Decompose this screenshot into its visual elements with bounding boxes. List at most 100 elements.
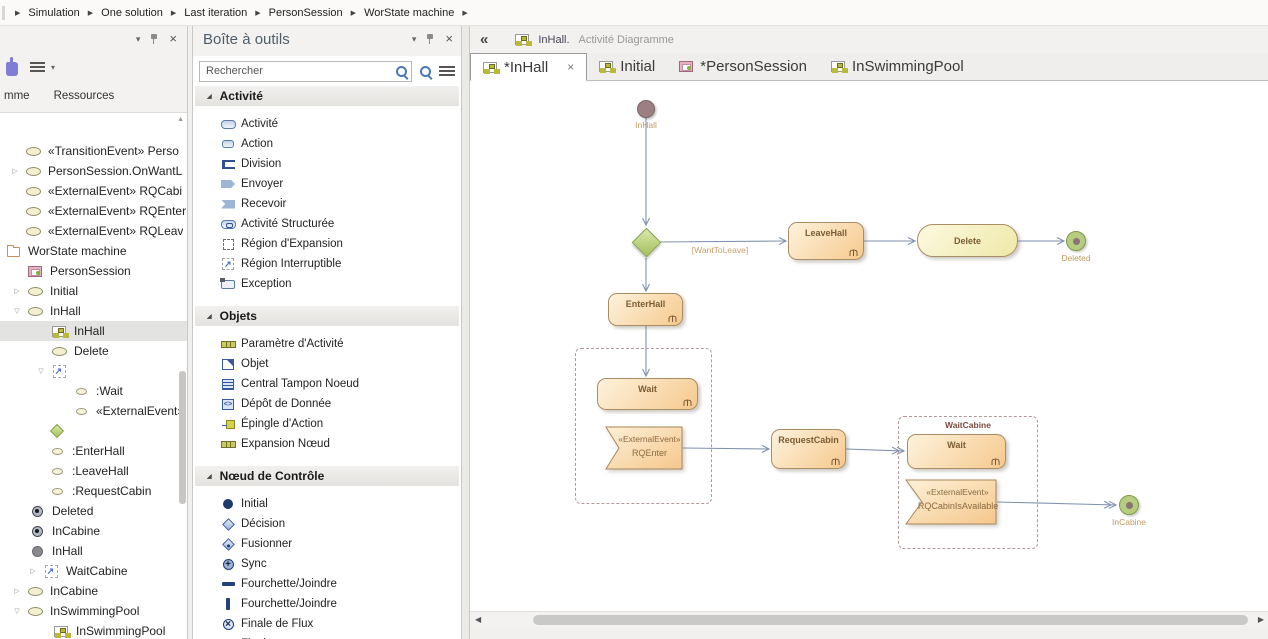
- tool-fusionner[interactable]: Fusionner: [193, 534, 461, 554]
- node-delete[interactable]: Delete: [917, 224, 1018, 257]
- tree-item-incabine[interactable]: ▷InCabine: [0, 581, 187, 601]
- scroll-up-icon[interactable]: ▲: [177, 116, 184, 123]
- toolbox-section-activit[interactable]: ◢Activité: [195, 86, 459, 106]
- tree-item-region[interactable]: ▽: [0, 361, 187, 381]
- explorer-menu-dropdown-icon[interactable]: ▾: [51, 63, 55, 72]
- tree-item-transitionevent-perso[interactable]: «TransitionEvent» Perso: [0, 141, 187, 161]
- tree-item-inswimmingpool[interactable]: ▽InSwimmingPool: [0, 601, 187, 621]
- tool-finale-de-flux[interactable]: Finale de Flux: [193, 614, 461, 634]
- expander-icon[interactable]: ▷: [10, 587, 24, 595]
- node-enterhall[interactable]: EnterHall: [608, 293, 683, 326]
- hscroll-thumb[interactable]: [533, 615, 1248, 625]
- tool-param-tre-d-activit[interactable]: Paramètre d'Activité: [193, 334, 461, 354]
- editor-tab-initial[interactable]: Initial: [587, 53, 667, 80]
- tool-division[interactable]: Division: [193, 154, 461, 174]
- expander-icon[interactable]: ▽: [34, 367, 48, 375]
- toolbox-section-objets[interactable]: ◢Objets: [195, 306, 459, 326]
- tool-initial[interactable]: Initial: [193, 494, 461, 514]
- tree-item-waitcabine[interactable]: ▷WaitCabine: [0, 561, 187, 581]
- tree-item-inhall[interactable]: InHall: [0, 321, 187, 341]
- scroll-right-icon[interactable]: ▶: [1258, 615, 1264, 624]
- tree-scrollbar[interactable]: [179, 371, 186, 504]
- tree-item-inhall[interactable]: ▽InHall: [0, 301, 187, 321]
- collapse-panel-icon[interactable]: «: [480, 31, 488, 48]
- tool-finale[interactable]: Finale: [193, 634, 461, 639]
- tree-item-inhall[interactable]: InHall: [0, 541, 187, 561]
- tool-fourchette-joindre[interactable]: Fourchette/Joindre: [193, 574, 461, 594]
- editor-tab-personsession[interactable]: *PersonSession: [667, 53, 819, 80]
- close-panel-icon[interactable]: ×: [169, 33, 177, 45]
- panel-tab-ressources[interactable]: Ressources: [52, 88, 117, 104]
- tree-item-externalevent[interactable]: «ExternalEvent»: [0, 401, 187, 421]
- explorer-menu-icon[interactable]: [30, 62, 45, 72]
- breadcrumb-item-one-solution[interactable]: One solution: [101, 7, 163, 19]
- close-tab-icon[interactable]: ×: [567, 60, 574, 74]
- expander-icon[interactable]: ▽: [10, 607, 24, 615]
- toolbox-section-n-ud-de-contr-le[interactable]: ◢Nœud de Contrôle: [195, 466, 459, 486]
- expander-icon[interactable]: ▽: [10, 307, 24, 315]
- panel-tab-mme[interactable]: mme: [2, 88, 32, 104]
- panel-menu-icon[interactable]: ▾: [412, 33, 417, 45]
- close-panel-icon[interactable]: ×: [445, 33, 453, 45]
- tool-d-p-t-de-donn-e[interactable]: Dépôt de Donnée: [193, 394, 461, 414]
- tool-fourchette-joindre[interactable]: Fourchette/Joindre: [193, 594, 461, 614]
- tool-central-tampon-noeud[interactable]: Central Tampon Noeud: [193, 374, 461, 394]
- panel-divider[interactable]: [462, 26, 470, 639]
- node-accept-rqcabinisavailable[interactable]: «ExternalEvent»RQCabinIsAvailable: [905, 479, 997, 525]
- tool-envoyer[interactable]: Envoyer: [193, 174, 461, 194]
- tool-objet[interactable]: Objet: [193, 354, 461, 374]
- tree-item-wait[interactable]: :Wait: [0, 381, 187, 401]
- tool-pingle-d-action[interactable]: Épingle d'Action: [193, 414, 461, 434]
- node-accept-rqenter[interactable]: «ExternalEvent»RQEnter: [605, 426, 683, 470]
- tool-exception[interactable]: Exception: [193, 274, 461, 294]
- node-leavehall[interactable]: LeaveHall: [788, 222, 864, 260]
- tree-item-externalevent-rqcabi[interactable]: «ExternalEvent» RQCabi: [0, 181, 187, 201]
- breadcrumb-item-worstate-machine[interactable]: WorState machine: [364, 7, 454, 19]
- tree-item-diamond[interactable]: [0, 421, 187, 441]
- tree-item-personsession-onwantl[interactable]: ▷PersonSession.OnWantL: [0, 161, 187, 181]
- tree-item-inswimmingpool[interactable]: InSwimmingPool: [0, 621, 187, 639]
- breadcrumb-item-simulation[interactable]: Simulation: [28, 7, 79, 19]
- node-requestcabin[interactable]: RequestCabin: [771, 429, 846, 469]
- tree-item-requestcabin[interactable]: :RequestCabin: [0, 481, 187, 501]
- tool-activit-structur-e[interactable]: Activité Structurée: [193, 214, 461, 234]
- expander-icon[interactable]: ▷: [8, 167, 22, 175]
- tool-sync[interactable]: Sync: [193, 554, 461, 574]
- node-final-incabine[interactable]: [1119, 495, 1139, 515]
- tree-item-initial[interactable]: ▷Initial: [0, 281, 187, 301]
- tool-d-cision[interactable]: Décision: [193, 514, 461, 534]
- tool-activit[interactable]: Activité: [193, 114, 461, 134]
- toolbox-search-input[interactable]: [199, 61, 412, 82]
- tree-item-deleted[interactable]: Deleted: [0, 501, 187, 521]
- tool-r-gion-d-expansion[interactable]: Région d'Expansion: [193, 234, 461, 254]
- scroll-left-icon[interactable]: ◀: [475, 615, 481, 624]
- expander-icon[interactable]: ▷: [10, 287, 24, 295]
- breadcrumb-item-personsession[interactable]: PersonSession: [269, 7, 343, 19]
- pin-icon[interactable]: [426, 33, 435, 45]
- tool-expansion-n-ud[interactable]: Expansion Nœud: [193, 434, 461, 454]
- tree-item-externalevent-rqleav[interactable]: «ExternalEvent» RQLeav: [0, 221, 187, 241]
- tree-item-delete[interactable]: Delete: [0, 341, 187, 361]
- pick-mode-icon[interactable]: [6, 62, 18, 76]
- tree-item-externalevent-rqenter[interactable]: «ExternalEvent» RQEnter: [0, 201, 187, 221]
- editor-tab-inswimmingpool[interactable]: InSwimmingPool: [819, 53, 976, 80]
- tool-recevoir[interactable]: Recevoir: [193, 194, 461, 214]
- tree-item-leavehall[interactable]: :LeaveHall: [0, 461, 187, 481]
- editor-tab-inhall[interactable]: *InHall×: [470, 53, 587, 81]
- node-final-deleted[interactable]: [1066, 231, 1086, 251]
- toolbox-menu-icon[interactable]: [439, 66, 455, 76]
- diagram-hscrollbar[interactable]: ◀ ▶: [470, 611, 1268, 627]
- node-wait-hall[interactable]: Wait: [597, 378, 698, 410]
- advanced-search-icon[interactable]: [419, 65, 432, 78]
- pin-icon[interactable]: [150, 33, 159, 45]
- tree-item-personsession[interactable]: PersonSession: [0, 261, 187, 281]
- tool-action[interactable]: Action: [193, 134, 461, 154]
- node-wait-cabine[interactable]: Wait: [907, 434, 1006, 469]
- tool-r-gion-interruptible[interactable]: Région Interruptible: [193, 254, 461, 274]
- tree-item-enterhall[interactable]: :EnterHall: [0, 441, 187, 461]
- expander-icon[interactable]: ▷: [26, 567, 40, 575]
- diagram-canvas[interactable]: [WantToLeave] WaitCabineInHallLeaveHallD…: [470, 81, 1268, 611]
- panel-menu-icon[interactable]: ▾: [136, 33, 141, 45]
- node-initial-inhall[interactable]: [637, 100, 655, 118]
- breadcrumb-item-last-iteration[interactable]: Last iteration: [184, 7, 247, 19]
